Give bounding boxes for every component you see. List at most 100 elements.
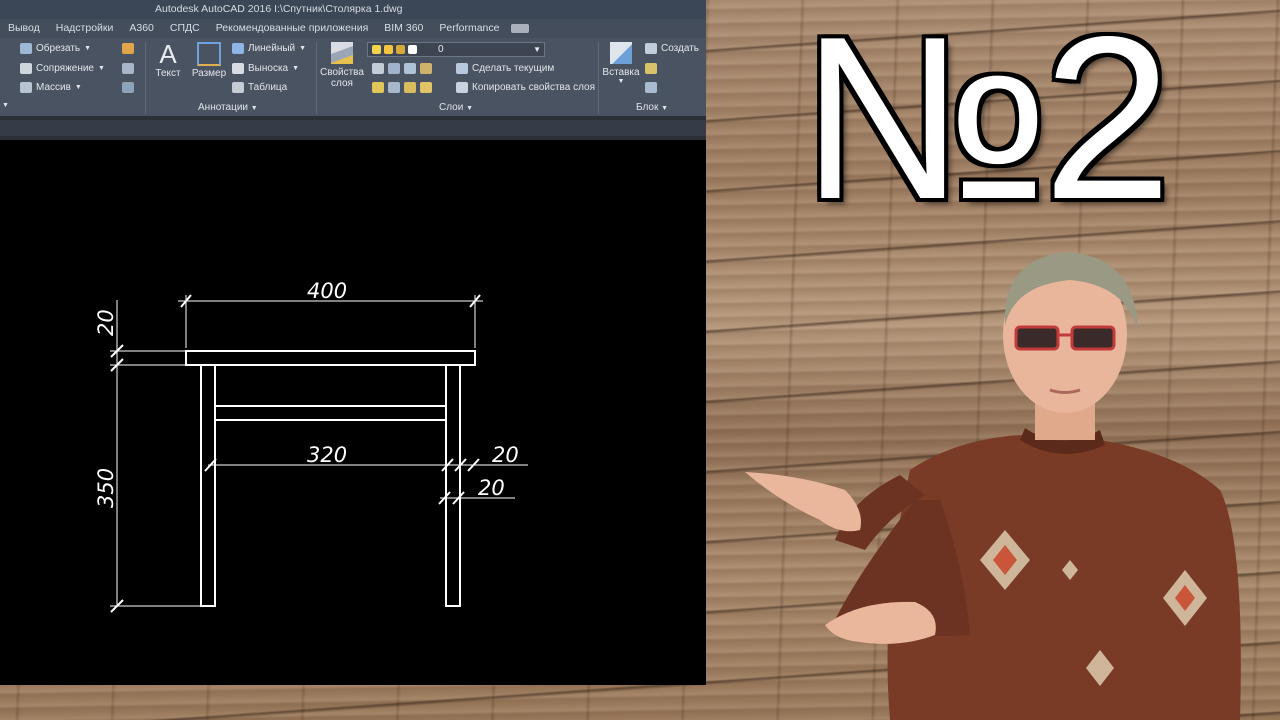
dimension-top-20: 20: [94, 309, 118, 336]
trim-label: Обрезать: [36, 43, 81, 54]
tab-performance[interactable]: Performance: [431, 19, 507, 38]
trim-button[interactable]: Обрезать ▼: [20, 43, 91, 54]
attribute-icon[interactable]: [645, 82, 657, 93]
make-current-button[interactable]: Сделать текущим: [456, 63, 554, 74]
linear-dimension-button[interactable]: Линейный ▼: [232, 43, 306, 54]
leader-button[interactable]: Выноска ▼: [232, 63, 299, 74]
tab-a360[interactable]: A360: [121, 19, 162, 38]
tab-featured-apps[interactable]: Рекомендованные приложения: [208, 19, 377, 38]
layer-isolate-icon[interactable]: [388, 63, 400, 74]
autocad-window: Autodesk AutoCAD 2016 I:\Спутник\Столярк…: [0, 0, 706, 685]
layers-panel-title[interactable]: Слои ▼: [439, 102, 473, 113]
chevron-down-icon: ▼: [84, 45, 92, 52]
ribbon-panel: Обрезать ▼ Сопряжение ▼ Массив ▼ A Текст…: [0, 38, 706, 116]
insert-block-button[interactable]: Вставка ▼: [601, 42, 641, 85]
layer-unlock-icon[interactable]: [420, 82, 432, 93]
panel-divider: [598, 42, 599, 114]
layer-unisolate-icon[interactable]: [388, 82, 400, 93]
table-drawing: [185, 350, 476, 607]
window-title: Autodesk AutoCAD 2016 I:\Спутник\Столярк…: [0, 0, 706, 19]
insert-label: Вставка: [602, 67, 640, 78]
insert-icon: [610, 42, 632, 64]
table-button[interactable]: Таблица: [232, 82, 287, 93]
text-button[interactable]: A Текст: [150, 40, 186, 79]
array-icon: [20, 82, 32, 93]
dimension-icon: [197, 42, 221, 66]
table-label: Таблица: [248, 82, 288, 93]
chevron-down-icon: ▼: [97, 65, 105, 72]
text-label: Текст: [155, 68, 181, 79]
modify-panel-expander[interactable]: ▼: [2, 102, 9, 109]
chevron-down-icon: ▼: [292, 65, 300, 72]
tab-overflow-toggle[interactable]: [511, 24, 530, 33]
make-current-icon: [456, 63, 468, 74]
trim-icon: [20, 43, 32, 54]
panel-divider: [145, 42, 146, 114]
dimension-label: Размер: [191, 68, 227, 79]
create-block-label: Создать: [661, 43, 700, 54]
match-layer-button[interactable]: Копировать свойства слоя: [456, 82, 595, 93]
bulb-icon: [372, 45, 381, 54]
brush-icon[interactable]: [122, 43, 134, 54]
dimension-button[interactable]: Размер: [190, 42, 228, 79]
drawing-canvas[interactable]: 400 320 20 20 20 350: [0, 140, 706, 685]
layer-on-icon[interactable]: [372, 82, 384, 93]
create-block-button[interactable]: Создать: [645, 43, 699, 54]
match-layer-label: Копировать свойства слоя: [472, 82, 596, 93]
sun-icon: [384, 45, 393, 54]
layer-off-icon[interactable]: [372, 63, 384, 74]
annotation-panel-title[interactable]: Аннотации ▼: [198, 102, 258, 113]
chevron-down-icon: ▼: [74, 84, 82, 91]
fillet-icon: [20, 63, 32, 74]
lock-icon: [396, 45, 405, 54]
panel-divider: [316, 42, 317, 114]
eraser-icon[interactable]: [122, 63, 134, 74]
text-a-icon: A: [159, 39, 177, 69]
edit-block-icon[interactable]: [645, 63, 657, 74]
make-current-label: Сделать текущим: [472, 63, 555, 74]
layer-tools-row-2: [372, 82, 432, 93]
ribbon-tab-bar: Вывод Надстройки A360 СПДС Рекомендованн…: [0, 19, 706, 38]
dimension-320: 320: [307, 443, 347, 467]
tab-bim360[interactable]: BIM 360: [376, 19, 431, 38]
current-layer-value: 0: [438, 44, 444, 55]
fillet-label: Сопряжение: [36, 63, 94, 74]
tab-output[interactable]: Вывод: [0, 19, 48, 38]
current-layer-dropdown[interactable]: 0 ▼: [367, 42, 545, 57]
dimension-leg-20-b: 20: [478, 476, 505, 500]
leader-label: Выноска: [248, 63, 289, 74]
table-icon: [232, 82, 244, 93]
table-top: [185, 350, 476, 366]
dimension-400: 400: [307, 279, 347, 303]
linear-icon: [232, 43, 244, 54]
block-panel-title[interactable]: Блок ▼: [636, 102, 668, 113]
presenter-photo: [745, 252, 1241, 720]
layer-stack-icon: [331, 42, 353, 64]
layer-properties-label: Свойства: [320, 67, 364, 78]
episode-number-title: №2: [800, 0, 1172, 248]
fillet-button[interactable]: Сопряжение ▼: [20, 63, 105, 74]
explode-icon[interactable]: [122, 82, 134, 93]
tab-spds[interactable]: СПДС: [162, 19, 208, 38]
leader-icon: [232, 63, 244, 74]
layer-properties-button[interactable]: Свойства слоя: [318, 42, 366, 89]
dimension-leg-20-a: 20: [492, 443, 519, 467]
ribbon-lower-strip: [0, 116, 706, 140]
layer-freeze-icon[interactable]: [404, 63, 416, 74]
table-leg-left: [200, 364, 216, 607]
array-button[interactable]: Массив ▼: [20, 82, 82, 93]
create-block-icon: [645, 43, 657, 54]
linear-label: Линейный: [248, 43, 296, 54]
layer-properties-label-2: слоя: [331, 78, 353, 89]
table-leg-right: [445, 364, 461, 607]
layer-lock-icon[interactable]: [420, 63, 432, 74]
tab-addins[interactable]: Надстройки: [48, 19, 122, 38]
chevron-down-icon: ▼: [299, 45, 307, 52]
layer-thaw-icon[interactable]: [404, 82, 416, 93]
match-layer-icon: [456, 82, 468, 93]
chevron-down-icon: ▼: [617, 78, 625, 85]
chevron-down-icon: ▼: [533, 45, 541, 54]
dimension-350: 350: [94, 468, 118, 508]
color-swatch-icon: [408, 45, 417, 54]
array-label: Массив: [36, 82, 71, 93]
